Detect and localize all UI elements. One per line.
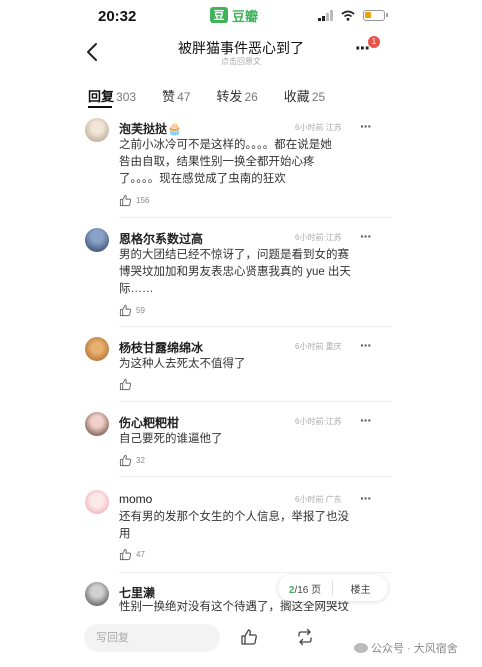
thumbs-up-icon [119, 548, 132, 561]
like-button[interactable]: 156 [119, 194, 149, 207]
divider [119, 326, 391, 327]
tab-collections[interactable]: 收藏 25 [284, 86, 325, 105]
like-count: 156 [136, 196, 150, 205]
comment-author[interactable]: 恩格尔系数过高 [119, 230, 203, 247]
comment-meta: 6小时前 江苏 [295, 123, 342, 132]
comment-more-icon[interactable]: ··· [360, 413, 372, 427]
tab-count: 303 [116, 90, 137, 104]
comment-line: 用 [119, 528, 131, 540]
tab-label: 回复 [88, 89, 115, 104]
reply-input[interactable]: 写回复 [84, 624, 220, 652]
like-button[interactable]: 47 [119, 548, 145, 561]
app-indicator: 豆 豆瓣 [210, 5, 258, 25]
comment-meta: 6小时前 江苏 [295, 233, 342, 242]
comment-text: 男的大团结已经不惊讶了，问题是看到女的赛 博哭坟加加和男友表忠心贤惠我真的 yu… [119, 247, 381, 298]
notification-badge: 1 [368, 36, 380, 48]
watermark-text: 公众号 · 大风宿舍 [371, 643, 458, 655]
battery-icon [363, 10, 388, 21]
comment-author[interactable]: 杨枝甘露绵绵冰 [119, 339, 203, 356]
back-to-original-link[interactable]: 点击回原文 [0, 56, 482, 67]
tab-reshares[interactable]: 转发 26 [216, 86, 257, 105]
avatar[interactable] [85, 337, 109, 361]
comment-line: 男的大团结已经不惊讶了，问题是看到女的赛 [119, 249, 349, 261]
post-tabs: 回复 303 赞 47 转发 26 收藏 25 [88, 86, 325, 105]
watermark: 公众号 · 大风宿舍 [354, 640, 458, 656]
like-count: 59 [136, 306, 145, 315]
active-tab-indicator [88, 106, 112, 108]
comment-author[interactable]: 伤心粑粑柑 [119, 414, 179, 431]
like-count: 47 [136, 550, 145, 559]
comment-line: 咎由自取，结果性别一换全都开始心疼 [119, 156, 315, 168]
comment-more-icon[interactable]: ··· [360, 491, 372, 505]
comment-text: 之前小冰冷可不是这样的。。。。都在说是她 咎由自取，结果性别一换全都开始心疼 了… [119, 137, 381, 188]
avatar[interactable] [85, 228, 109, 252]
comment-author[interactable]: 泡芙挞挞🧁 [119, 120, 182, 137]
comment-text: 为这种人去死太不值得了 [119, 356, 381, 373]
status-time: 20:32 [98, 8, 137, 25]
divider [119, 572, 391, 573]
tab-replies[interactable]: 回复 303 [88, 86, 136, 105]
thumbs-up-icon [119, 378, 132, 391]
like-button[interactable] [119, 378, 132, 391]
tab-label: 收藏 [283, 89, 310, 104]
comment-more-icon[interactable]: ··· [360, 119, 372, 133]
comment-meta: 6小时前 重庆 [295, 342, 342, 351]
app-name: 豆瓣 [232, 8, 259, 24]
comment-line: 还有男的发那个女生的个人信息，举报了也没 [119, 511, 349, 523]
avatar[interactable] [85, 412, 109, 436]
wifi-icon [341, 10, 355, 21]
tab-count: 26 [244, 90, 258, 104]
tab-count: 25 [311, 90, 326, 104]
tab-likes[interactable]: 赞 47 [162, 86, 190, 105]
like-count: 32 [136, 456, 145, 465]
wechat-icon [354, 643, 368, 653]
comment-line: 性别一换绝对没有这个待遇了，搁这全网哭坟 [119, 601, 349, 613]
tab-label: 转发 [216, 89, 243, 104]
comment-line: 之前小冰冷可不是这样的。。。。都在说是她 [119, 139, 332, 151]
comment-line: 为这种人去死太不值得了 [119, 358, 246, 370]
divider [119, 217, 391, 218]
comment-line: 了。。。。现在感觉成了虫南的狂欢 [119, 173, 286, 185]
comment-line: 际…… [119, 283, 154, 295]
avatar[interactable] [85, 118, 109, 142]
comment-line: 博哭坟加加和男友表忠心贤惠我真的 yue 出天 [119, 266, 351, 278]
page-selector[interactable]: 2/16 页 [278, 581, 332, 596]
comment-author[interactable]: momo [119, 492, 152, 506]
reshare-icon[interactable] [296, 628, 314, 646]
avatar[interactable] [85, 490, 109, 514]
comment-text: 自己要死的谁逼他了 [119, 431, 381, 448]
comment-text: 性别一换绝对没有这个待遇了，搁这全网哭坟 [119, 599, 389, 616]
tab-label: 赞 [162, 89, 176, 104]
cellular-signal-icon [318, 10, 333, 21]
comment-line: 自己要死的谁逼他了 [119, 433, 223, 445]
douban-app-icon: 豆 [210, 7, 228, 23]
thumbs-up-icon [119, 304, 132, 317]
tab-count: 47 [177, 90, 191, 104]
op-only-button[interactable]: 楼主 [333, 581, 388, 596]
comment-more-icon[interactable]: ··· [360, 338, 372, 352]
thumbs-up-icon [119, 454, 132, 467]
like-button[interactable]: 59 [119, 304, 145, 317]
divider [119, 476, 391, 477]
comment-meta: 6小时前 广东 [295, 495, 342, 504]
comment-text: 还有男的发那个女生的个人信息，举报了也没 用 [119, 509, 381, 543]
page-indicator: 2/16 页 楼主 [278, 575, 388, 601]
like-button[interactable]: 32 [119, 454, 145, 467]
total-pages: /16 页 [294, 584, 322, 596]
bottom-action-bar: 写回复 公众号 · 大风宿舍 [0, 618, 482, 667]
thumbs-up-icon [119, 194, 132, 207]
status-icons [318, 10, 388, 21]
page-title[interactable]: 被胖猫事件恶心到了 [0, 38, 482, 58]
nav-bar: 被胖猫事件恶心到了 点击回原文 ··· 1 [0, 34, 482, 72]
divider [119, 401, 391, 402]
comment-more-icon[interactable]: ··· [360, 229, 372, 243]
avatar[interactable] [85, 582, 109, 606]
comment-meta: 6小时前 江苏 [295, 417, 342, 426]
status-bar: 20:32 豆 豆瓣 [0, 0, 482, 34]
like-post-icon[interactable] [240, 628, 258, 646]
